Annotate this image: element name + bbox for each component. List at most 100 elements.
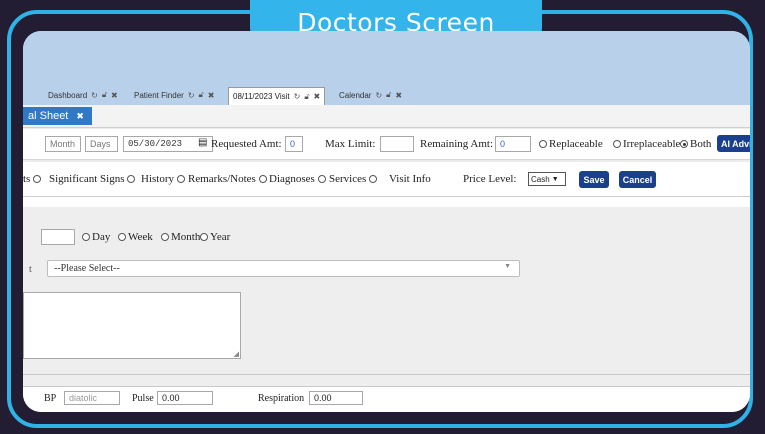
- days-field[interactable]: Days: [85, 136, 118, 152]
- radio-icon: [613, 140, 621, 148]
- radio-day[interactable]: Day: [82, 229, 110, 245]
- app-screen: Dashboard ↻ 🔓︎ ✖ Patient Finder ↻ 🔓︎ ✖ 0…: [23, 31, 750, 412]
- max-limit-input[interactable]: [380, 136, 414, 152]
- tab-dashboard[interactable]: Dashboard ↻ 🔓︎ ✖: [48, 88, 118, 102]
- select-placeholder: --Please Select--: [54, 263, 120, 274]
- option-remarks[interactable]: Remarks/Notes: [188, 171, 269, 187]
- radio-replaceable[interactable]: Replaceable: [539, 136, 603, 152]
- close-icon[interactable]: ✖: [76, 111, 84, 122]
- ai-advice-button[interactable]: AI Advi: [717, 135, 750, 152]
- refresh-icon[interactable]: ↻: [188, 91, 195, 100]
- max-limit-label: Max Limit:: [325, 138, 376, 150]
- refresh-icon[interactable]: ↻: [294, 92, 301, 101]
- radio-icon: [680, 140, 688, 148]
- radio-label: Month: [171, 231, 201, 243]
- option-select[interactable]: --Please Select-- ▼: [47, 260, 520, 277]
- radio-label: Week: [128, 231, 153, 243]
- radio-icon: [258, 175, 267, 183]
- tab-label: 08/11/2023 Visit: [233, 92, 290, 101]
- radio-icon: [118, 233, 126, 241]
- tab-label: Dashboard: [48, 90, 88, 100]
- radio-label: Both: [690, 138, 712, 150]
- requested-input[interactable]: 0: [285, 136, 303, 152]
- month-field[interactable]: Month: [45, 136, 81, 152]
- radio-icon: [176, 175, 185, 183]
- radio-month[interactable]: Month: [161, 229, 200, 245]
- lock-icon[interactable]: 🔓︎: [304, 92, 309, 102]
- radio-icon: [161, 233, 169, 241]
- calendar-icon[interactable]: ▤: [198, 137, 207, 148]
- price-level-value: Cash: [531, 174, 550, 184]
- remaining-label: Remaining Amt:: [420, 138, 494, 150]
- close-icon[interactable]: ✖: [111, 91, 118, 100]
- tab-calendar[interactable]: Calendar ↻ 🔓︎ ✖: [339, 88, 402, 102]
- pulse-label: Pulse: [132, 392, 154, 404]
- divider: [23, 374, 750, 375]
- refresh-icon[interactable]: ↻: [375, 91, 382, 100]
- radio-label: Day: [92, 231, 111, 243]
- price-level-select[interactable]: Cash ▼: [528, 172, 566, 186]
- radio-week[interactable]: Week: [118, 229, 153, 245]
- select-prefix-label: t: [29, 263, 32, 275]
- chevron-down-icon: ▼: [551, 175, 559, 183]
- sub-tab-label: al Sheet: [28, 110, 69, 122]
- close-icon[interactable]: ✖: [395, 91, 402, 100]
- radio-year[interactable]: Year: [200, 229, 230, 245]
- radio-both[interactable]: Both: [680, 136, 711, 152]
- radio-label: Year: [210, 231, 231, 243]
- option-significant-signs[interactable]: Significant Signs: [49, 171, 137, 187]
- option-diagnoses[interactable]: Diagnoses: [269, 171, 328, 187]
- respiration-label: Respiration: [258, 392, 305, 404]
- respiration-input[interactable]: 0.00: [309, 391, 363, 405]
- radio-icon: [317, 175, 326, 183]
- sub-tab-bar: al Sheet ✖: [23, 105, 750, 128]
- bp-label: BP: [44, 392, 57, 404]
- radio-icon: [539, 140, 547, 148]
- option-label: ts: [23, 173, 31, 185]
- requested-label: Requested Amt:: [211, 138, 282, 150]
- vitals-row: BP diatolic Pulse 0.00 Respiration 0.00: [23, 386, 750, 412]
- price-level-label: Price Level:: [463, 173, 517, 185]
- lock-icon[interactable]: 🔓︎: [199, 90, 204, 100]
- close-icon[interactable]: ✖: [314, 92, 321, 101]
- option-label: Visit Info: [389, 173, 431, 185]
- date-value: 05/30/2023: [128, 139, 183, 149]
- option-visit-info[interactable]: Visit Info: [389, 171, 431, 187]
- close-icon[interactable]: ✖: [208, 91, 215, 100]
- radio-label: Replaceable: [549, 138, 603, 150]
- radio-label: Irreplaceable: [623, 138, 681, 150]
- option-label: Significant Signs: [49, 173, 125, 185]
- cancel-button[interactable]: Cancel: [619, 171, 656, 188]
- refresh-icon[interactable]: ↻: [91, 91, 98, 100]
- remaining-input[interactable]: 0: [495, 136, 531, 152]
- option-label: Diagnoses: [269, 173, 315, 185]
- body-top-strip: [23, 197, 750, 207]
- option-label: History: [141, 173, 174, 185]
- radio-icon: [33, 175, 42, 183]
- tab-label: Patient Finder: [134, 90, 184, 100]
- radio-icon: [127, 175, 136, 183]
- pulse-input[interactable]: 0.00: [157, 391, 213, 405]
- option-label: Services: [329, 173, 367, 185]
- notes-textarea[interactable]: ◢: [23, 292, 241, 359]
- option-ts[interactable]: ts: [23, 171, 43, 187]
- option-services[interactable]: Services: [329, 171, 379, 187]
- tab-patient-finder[interactable]: Patient Finder ↻ 🔓︎ ✖: [134, 88, 214, 102]
- resize-handle-icon[interactable]: ◢: [234, 350, 239, 358]
- lock-icon[interactable]: 🔓︎: [386, 90, 391, 100]
- tab-visit[interactable]: 08/11/2023 Visit ↻ 🔓︎ ✖: [228, 87, 326, 105]
- option-label: Remarks/Notes: [188, 173, 256, 185]
- bp-diastolic-input[interactable]: diatolic: [64, 391, 120, 405]
- duration-input[interactable]: [41, 229, 75, 245]
- tab-label: Calendar: [339, 90, 372, 100]
- radio-icon: [82, 233, 90, 241]
- option-history[interactable]: History: [141, 171, 187, 187]
- radio-icon: [369, 175, 378, 183]
- limits-row: Month Days 05/30/2023 ▤ Requested Amt: 0…: [23, 129, 750, 160]
- lock-icon[interactable]: 🔓︎: [102, 90, 107, 100]
- save-button[interactable]: Save: [579, 171, 609, 188]
- radio-icon: [200, 233, 208, 241]
- radio-irreplaceable[interactable]: Irreplaceable: [613, 136, 680, 152]
- chevron-down-icon: ▼: [504, 262, 511, 270]
- tab-sheet[interactable]: al Sheet ✖: [23, 107, 92, 125]
